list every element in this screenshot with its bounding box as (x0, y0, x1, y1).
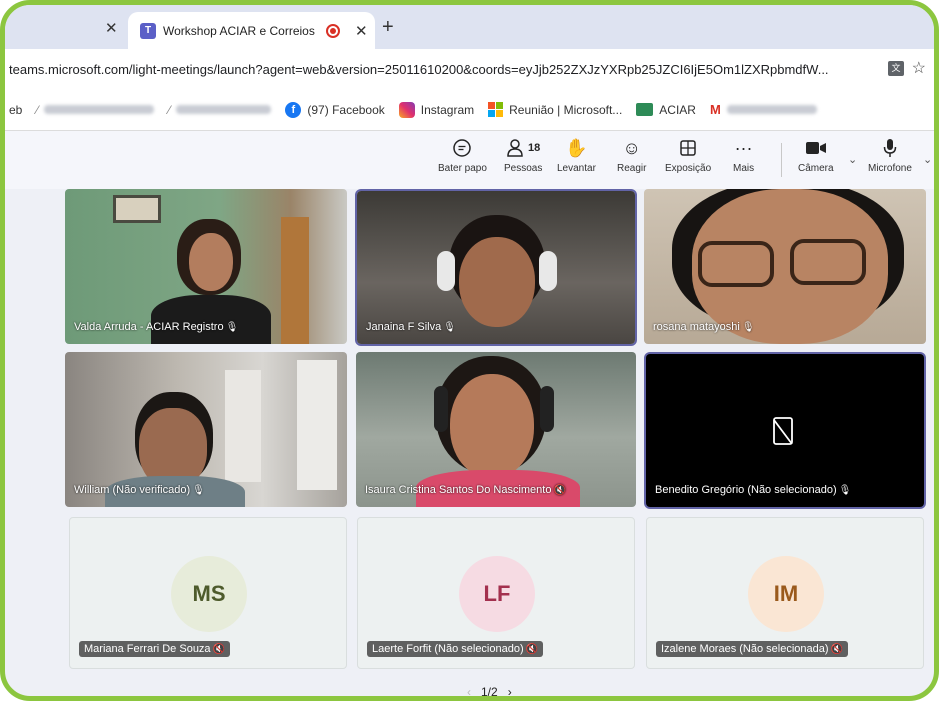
participant-name: Mariana Ferrari De Souza 🔇 (79, 641, 231, 657)
teams-favicon-icon: T (140, 22, 156, 39)
headset-icon (434, 386, 448, 432)
bookmark-blurred-2[interactable]: ⁄ (168, 102, 272, 117)
smiley-icon: ☺ (622, 137, 641, 158)
participant-name: rosana matayoshi 🎙 (653, 321, 755, 333)
browser-tab-strip: ✕ T Workshop ACIAR e Correios ✕ + (5, 5, 934, 49)
gmail-icon: M (709, 102, 721, 117)
video-tile-8[interactable]: LF Laerte Forfit (Não selecionado) 🔇 (357, 517, 635, 669)
camera-button[interactable]: Câmera (798, 137, 834, 174)
video-tile-6[interactable]: Benedito Gregório (Não selecionado) 🎙 (646, 354, 924, 507)
video-tile-5[interactable]: Isaura Cristina Santos Do Nascimento 🔇 (356, 352, 636, 507)
avatar: IM (748, 556, 824, 632)
redacted-text (44, 105, 155, 114)
person-body (151, 295, 271, 344)
no-video-device-icon (772, 416, 794, 451)
meeting-toolbar: Bater papo 18 Pessoas ✋ Levantar ☺ Reagi… (5, 131, 934, 189)
people-icon: 18 (506, 137, 540, 159)
participant-name: Laerte Forfit (Não selecionado) 🔇 (367, 641, 544, 657)
people-count: 18 (528, 142, 541, 154)
address-bar[interactable]: teams.microsoft.com/light-meetings/launc… (5, 49, 934, 89)
pagination: ‹ 1/2 › (467, 685, 512, 699)
participant-name: Janaina F Silva 🎙 (366, 321, 456, 333)
tab-workshop[interactable]: T Workshop ACIAR e Correios ✕ (128, 12, 375, 49)
video-tile-4[interactable]: William (Não verificado) 🎙 (65, 352, 347, 507)
microphone-options-chevron-icon[interactable]: ⌄ (923, 153, 932, 166)
grid-view-icon (679, 137, 697, 159)
chat-icon (452, 137, 472, 159)
participant-name: Valda Arruda - ACIAR Registro 🎙 (74, 321, 239, 333)
participant-name: William (Não verificado) 🎙 (74, 484, 205, 496)
redacted-text (726, 105, 817, 114)
bookmark-aciar[interactable]: ACIAR (636, 103, 696, 117)
participant-name: Isaura Cristina Santos Do Nascimento 🔇 (365, 484, 566, 496)
headset-icon (539, 251, 557, 291)
link-icon: ⁄ (36, 102, 39, 117)
people-button[interactable]: 18 Pessoas (504, 137, 542, 174)
microphone-button[interactable]: Microfone (868, 137, 912, 174)
bookmark-instagram[interactable]: Instagram (398, 101, 474, 118)
person-face (189, 233, 233, 291)
recording-icon (326, 23, 340, 38)
person-face (450, 374, 534, 478)
more-button[interactable]: ··· Mais (733, 137, 754, 175)
bookmark-star-icon[interactable]: ☆ (912, 58, 926, 78)
microsoft-icon (488, 102, 504, 117)
bookmarks-bar: eb ⁄ ⁄ f (97) Facebook Instagram Reunião … (5, 89, 934, 131)
headset-icon (540, 386, 554, 432)
bookmark-facebook[interactable]: f (97) Facebook (285, 101, 385, 118)
video-tile-3[interactable]: rosana matayoshi 🎙 (644, 189, 926, 344)
camera-icon (805, 137, 827, 159)
screenshot-frame: ✕ T Workshop ACIAR e Correios ✕ + teams.… (0, 0, 939, 701)
headset-icon (437, 251, 455, 291)
wall-frame (113, 195, 161, 223)
react-button[interactable]: ☺ Reagir (617, 137, 646, 175)
chat-button[interactable]: Bater papo (438, 137, 487, 174)
glasses-icon (790, 239, 866, 285)
microphone-icon (883, 137, 897, 159)
more-icon: ··· (734, 137, 753, 158)
bookmark-gmail[interactable]: M (710, 102, 817, 117)
instagram-icon (398, 101, 415, 118)
link-icon: ⁄ (168, 102, 171, 117)
redacted-text (176, 105, 272, 114)
video-tile-9[interactable]: IM Izalene Moraes (Não selecionada) 🔇 (646, 517, 924, 669)
aciar-icon (636, 103, 654, 116)
hand-icon: ✋ (565, 137, 588, 158)
bookmark-blurred-1[interactable]: ⁄ (36, 102, 155, 117)
raise-hand-button[interactable]: ✋ Levantar (557, 137, 596, 175)
door (281, 217, 309, 344)
page-indicator: 1/2 (481, 685, 498, 699)
bookmark-teams-meeting[interactable]: Reunião | Microsoft... (488, 102, 622, 117)
new-tab-icon[interactable]: + (382, 16, 394, 39)
participant-name: Izalene Moraes (Não selecionada) 🔇 (656, 641, 848, 657)
close-previous-tab-icon[interactable]: ✕ (105, 19, 118, 37)
video-tile-1[interactable]: Valda Arruda - ACIAR Registro 🎙 (65, 189, 347, 344)
tab-title: Workshop ACIAR e Correios (163, 23, 315, 38)
facebook-icon: f (285, 101, 302, 118)
translate-icon[interactable]: 文 (888, 61, 904, 76)
url-text[interactable]: teams.microsoft.com/light-meetings/launc… (5, 62, 885, 77)
avatar: MS (171, 556, 247, 632)
view-button[interactable]: Exposição (665, 137, 711, 174)
video-tile-7[interactable]: MS Mariana Ferrari De Souza 🔇 (69, 517, 347, 669)
video-tile-2[interactable]: Janaina F Silva 🎙 (357, 191, 635, 344)
toolbar-divider (781, 143, 782, 177)
bookmark-partial[interactable]: eb (9, 103, 22, 117)
window (225, 370, 261, 482)
close-tab-icon[interactable]: ✕ (355, 22, 368, 40)
camera-options-chevron-icon[interactable]: ⌄ (848, 153, 857, 166)
next-page-icon[interactable]: › (508, 685, 512, 696)
participant-name: Benedito Gregório (Não selecionado) 🎙 (655, 484, 852, 496)
previous-page-icon[interactable]: ‹ (467, 685, 471, 696)
avatar: LF (459, 556, 535, 632)
glasses-icon (698, 241, 774, 287)
window (297, 360, 337, 490)
person-face (459, 237, 535, 327)
